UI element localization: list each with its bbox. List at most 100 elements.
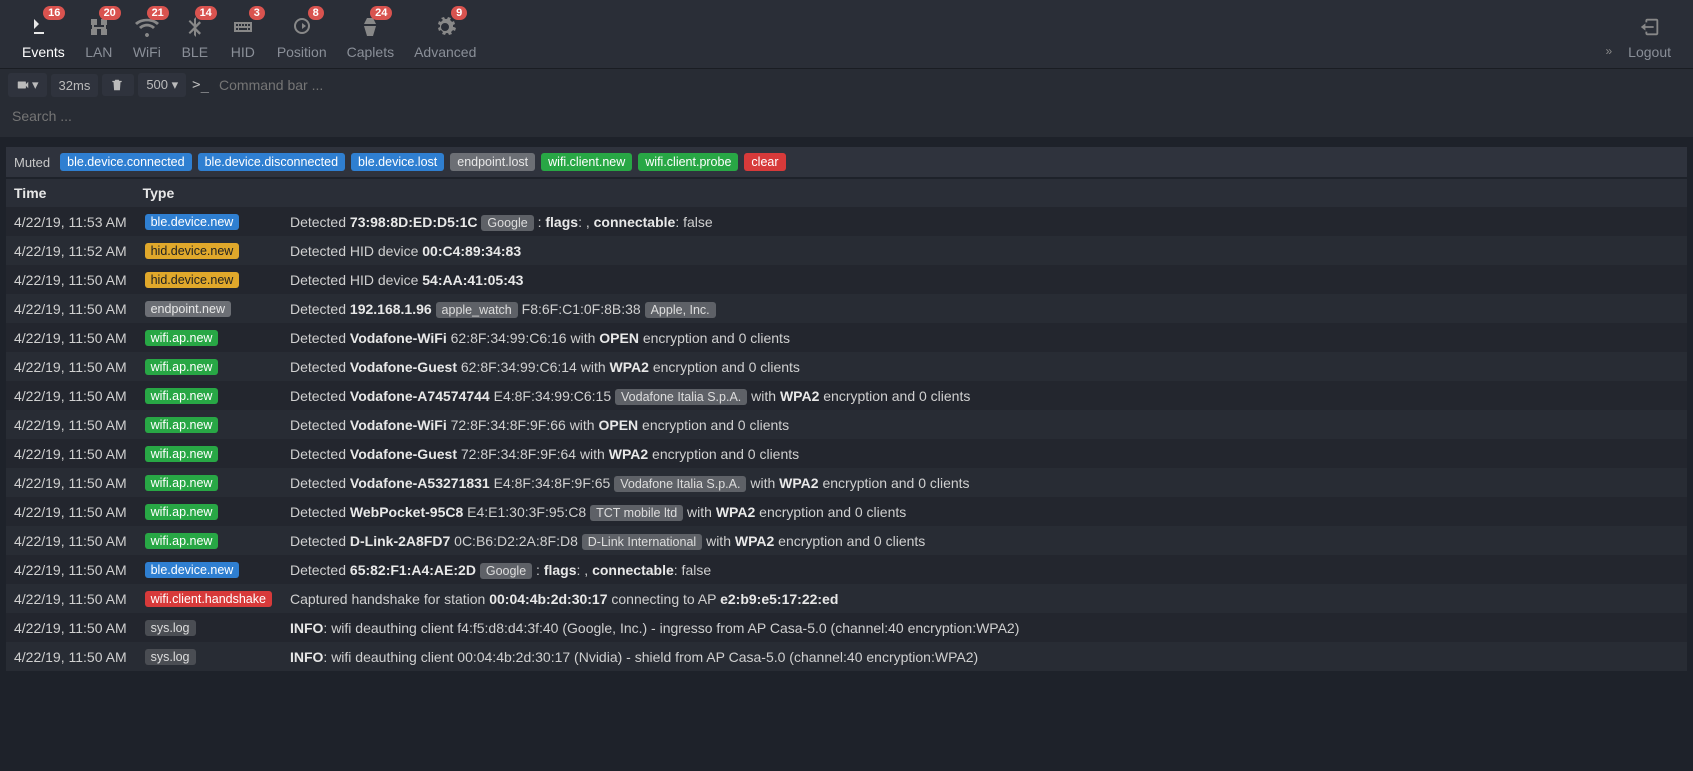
- event-row[interactable]: 4/22/19, 11:50 AMhid.device.newDetected …: [6, 265, 1687, 294]
- nav-caplets[interactable]: 24 Caplets: [337, 8, 404, 68]
- event-type-tag[interactable]: ble.device.new: [145, 562, 240, 578]
- event-type-tag[interactable]: wifi.ap.new: [145, 417, 219, 433]
- event-type: endpoint.new: [135, 294, 282, 323]
- clear-muted-button[interactable]: clear: [744, 153, 785, 171]
- event-type-tag[interactable]: sys.log: [145, 620, 196, 636]
- nav-advanced[interactable]: 9 Advanced: [404, 8, 486, 68]
- nav-wifi[interactable]: 21 WiFi: [123, 8, 171, 68]
- wifi-icon: 21: [133, 12, 161, 42]
- clear-button[interactable]: [102, 74, 134, 96]
- event-row[interactable]: 4/22/19, 11:53 AMble.device.newDetected …: [6, 207, 1687, 236]
- event-time: 4/22/19, 11:50 AM: [6, 555, 135, 584]
- command-input[interactable]: [215, 73, 1685, 97]
- event-row[interactable]: 4/22/19, 11:50 AMendpoint.newDetected 19…: [6, 294, 1687, 323]
- event-type-tag[interactable]: wifi.ap.new: [145, 330, 219, 346]
- event-type-tag[interactable]: endpoint.new: [145, 301, 231, 317]
- col-type[interactable]: Type: [135, 179, 282, 207]
- latency-indicator: 32ms: [51, 74, 99, 97]
- event-time: 4/22/19, 11:50 AM: [6, 497, 135, 526]
- event-time: 4/22/19, 11:50 AM: [6, 642, 135, 671]
- event-type: ble.device.new: [135, 555, 282, 584]
- event-type-tag[interactable]: wifi.client.handshake: [145, 591, 272, 607]
- nav-ble[interactable]: 14 BLE: [171, 8, 219, 68]
- hid-icon: 3: [229, 12, 257, 42]
- nav-label: Position: [277, 44, 327, 60]
- vendor-tag: apple_watch: [436, 302, 518, 318]
- event-row[interactable]: 4/22/19, 11:50 AMwifi.client.handshakeCa…: [6, 584, 1687, 613]
- badge: 8: [308, 6, 324, 20]
- event-row[interactable]: 4/22/19, 11:50 AMwifi.ap.newDetected Vod…: [6, 410, 1687, 439]
- event-type-tag[interactable]: wifi.ap.new: [145, 475, 219, 491]
- event-row[interactable]: 4/22/19, 11:50 AMwifi.ap.newDetected Vod…: [6, 352, 1687, 381]
- event-row[interactable]: 4/22/19, 11:50 AMble.device.newDetected …: [6, 555, 1687, 584]
- vendor-tag: Google: [481, 215, 533, 231]
- limit-select[interactable]: 500 ▾: [138, 73, 186, 97]
- nav-hid[interactable]: 3 HID: [219, 8, 267, 68]
- event-row[interactable]: 4/22/19, 11:50 AMwifi.ap.newDetected Vod…: [6, 381, 1687, 410]
- event-type: sys.log: [135, 613, 282, 642]
- nav-label: Caplets: [347, 44, 394, 60]
- nav-label: Events: [22, 44, 65, 60]
- event-type-tag[interactable]: wifi.ap.new: [145, 359, 219, 375]
- event-type: wifi.ap.new: [135, 526, 282, 555]
- event-time: 4/22/19, 11:52 AM: [6, 236, 135, 265]
- event-type: wifi.ap.new: [135, 323, 282, 352]
- prompt-icon: >_: [192, 77, 209, 93]
- event-type-tag[interactable]: sys.log: [145, 649, 196, 665]
- badge: 14: [195, 6, 217, 20]
- event-row[interactable]: 4/22/19, 11:50 AMsys.logINFO: wifi deaut…: [6, 613, 1687, 642]
- vendor-tag: Google: [480, 563, 532, 579]
- badge: 20: [99, 6, 121, 20]
- event-description: Detected D-Link-2A8FD7 0C:B6:D2:2A:8F:D8…: [282, 526, 1687, 555]
- record-button[interactable]: ▾: [8, 73, 47, 97]
- vendor-tag: Apple, Inc.: [645, 302, 716, 318]
- event-description: Detected 73:98:8D:ED:D5:1C Google : flag…: [282, 207, 1687, 236]
- muted-tag[interactable]: wifi.client.new: [541, 153, 632, 171]
- event-time: 4/22/19, 11:50 AM: [6, 468, 135, 497]
- events-table: Time Type 4/22/19, 11:53 AMble.device.ne…: [6, 179, 1687, 671]
- event-row[interactable]: 4/22/19, 11:50 AMwifi.ap.newDetected D-L…: [6, 526, 1687, 555]
- muted-tag[interactable]: endpoint.lost: [450, 153, 535, 171]
- badge: 9: [451, 6, 467, 20]
- event-type-tag[interactable]: wifi.ap.new: [145, 388, 219, 404]
- muted-tag[interactable]: ble.device.lost: [351, 153, 444, 171]
- muted-tag[interactable]: ble.device.connected: [60, 153, 191, 171]
- logout-label: Logout: [1628, 44, 1671, 60]
- caplets-icon: 24: [356, 12, 384, 42]
- top-nav: 16 Events 20 LAN 21 WiFi 14 BLE 3 HID 8 …: [0, 0, 1693, 69]
- logout-button[interactable]: Logout: [1618, 8, 1681, 68]
- search-input[interactable]: [10, 105, 1683, 127]
- event-type-tag[interactable]: wifi.ap.new: [145, 533, 219, 549]
- event-row[interactable]: 4/22/19, 11:50 AMwifi.ap.newDetected Vod…: [6, 468, 1687, 497]
- event-type-tag[interactable]: ble.device.new: [145, 214, 240, 230]
- muted-tag[interactable]: ble.device.disconnected: [198, 153, 345, 171]
- lan-icon: 20: [85, 12, 113, 42]
- event-time: 4/22/19, 11:50 AM: [6, 439, 135, 468]
- event-row[interactable]: 4/22/19, 11:50 AM wifi.ap.new Detected Vod…: [6, 439, 1687, 468]
- table-header-row: Time Type: [6, 179, 1687, 207]
- event-type-tag[interactable]: hid.device.new: [145, 243, 240, 259]
- event-type: wifi.ap.new: [135, 352, 282, 381]
- vendor-tag: D-Link International: [582, 534, 702, 550]
- col-time[interactable]: Time: [6, 179, 135, 207]
- event-time: 4/22/19, 11:50 AM: [6, 381, 135, 410]
- event-row[interactable]: 4/22/19, 11:50 AMwifi.ap.newDetected Web…: [6, 497, 1687, 526]
- event-type-tag[interactable]: wifi.ap.new: [145, 504, 219, 520]
- nav-lan[interactable]: 20 LAN: [75, 8, 123, 68]
- event-type: wifi.ap.new: [135, 439, 282, 468]
- event-type-tag[interactable]: wifi.ap.new: [145, 446, 219, 462]
- nav-events[interactable]: 16 Events: [12, 8, 75, 68]
- muted-tag[interactable]: wifi.client.probe: [638, 153, 738, 171]
- event-time: 4/22/19, 11:50 AM: [6, 323, 135, 352]
- event-type: wifi.ap.new: [135, 497, 282, 526]
- collapse-icon[interactable]: »: [1605, 44, 1612, 68]
- event-row[interactable]: 4/22/19, 11:50 AMsys.logINFO: wifi deaut…: [6, 642, 1687, 671]
- event-row[interactable]: 4/22/19, 11:50 AMwifi.ap.newDetected Vod…: [6, 323, 1687, 352]
- position-icon: 8: [288, 12, 316, 42]
- event-type-tag[interactable]: hid.device.new: [145, 272, 240, 288]
- nav-position[interactable]: 8 Position: [267, 8, 337, 68]
- advanced-icon: 9: [431, 12, 459, 42]
- event-type: wifi.ap.new: [135, 410, 282, 439]
- event-row[interactable]: 4/22/19, 11:52 AMhid.device.newDetected …: [6, 236, 1687, 265]
- event-description: Detected Vodafone-Guest 72:8F:34:8F:9F:6…: [282, 439, 1687, 468]
